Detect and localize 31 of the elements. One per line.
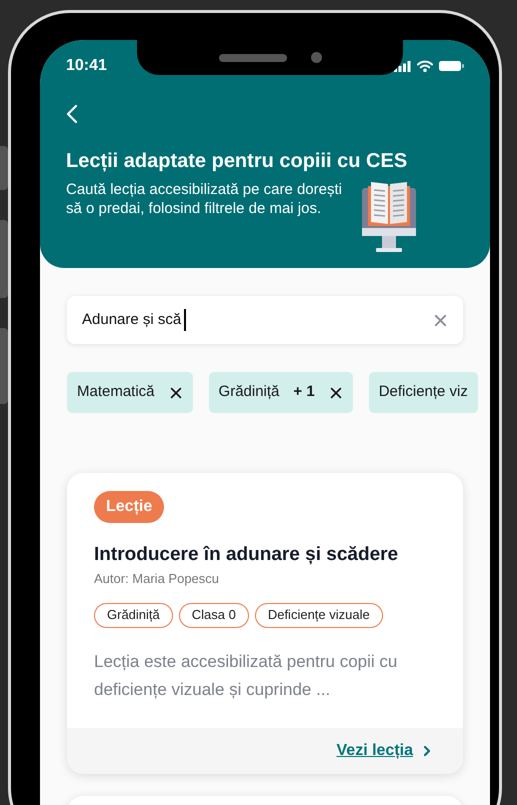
computer-book-icon bbox=[360, 180, 418, 254]
wifi-icon bbox=[417, 60, 433, 72]
lesson-description: Lecția este accesibilizată pentru copii cu deficiențe vizuale și cuprinde ... bbox=[94, 650, 398, 701]
page-title: Lecții adaptate pentru copiii cu CES bbox=[66, 149, 408, 174]
remove-icon[interactable] bbox=[328, 386, 343, 400]
battery-icon bbox=[439, 60, 464, 72]
text-cursor bbox=[184, 309, 186, 331]
lesson-author: Autor: Maria Popescu bbox=[94, 570, 220, 588]
speaker-grille bbox=[218, 54, 286, 62]
filter-chip[interactable]: Deficiențe viz bbox=[368, 372, 478, 413]
filter-label: Deficiențe viz bbox=[378, 382, 468, 402]
clear-icon[interactable] bbox=[433, 312, 448, 328]
search-input-text: Adunare și scă bbox=[82, 310, 182, 330]
remove-icon[interactable] bbox=[168, 386, 183, 400]
filter-count: + 1 bbox=[293, 382, 315, 402]
filter-label: Grădiniță bbox=[218, 382, 280, 402]
status-time: 10:41 bbox=[66, 56, 107, 76]
lesson-title: Introducere în adunare și scădere bbox=[94, 543, 400, 567]
filter-label: Matematică bbox=[77, 382, 155, 402]
page-subtitle: Caută lecția accesibilizată pe care dorești să o predai, folosind filtrele de mai jos. bbox=[66, 180, 343, 218]
lesson-tag: Clasa 0 bbox=[178, 602, 249, 628]
view-lesson-link[interactable]: Vezi lecția bbox=[336, 738, 413, 762]
search-field[interactable]: Adunare și scă bbox=[67, 296, 463, 344]
lesson-tag: Deficiențe vizuale bbox=[254, 602, 383, 628]
lesson-badge: Lecție bbox=[94, 491, 164, 523]
filter-chip[interactable]: Grădiniță + 1 bbox=[208, 372, 353, 413]
filter-chip[interactable]: Matematică bbox=[67, 372, 193, 413]
chevron-right-icon[interactable] bbox=[423, 744, 431, 756]
back-chevron-icon[interactable] bbox=[66, 104, 78, 124]
signal-icon bbox=[394, 60, 411, 72]
lesson-tag: Grădiniță bbox=[94, 602, 173, 628]
